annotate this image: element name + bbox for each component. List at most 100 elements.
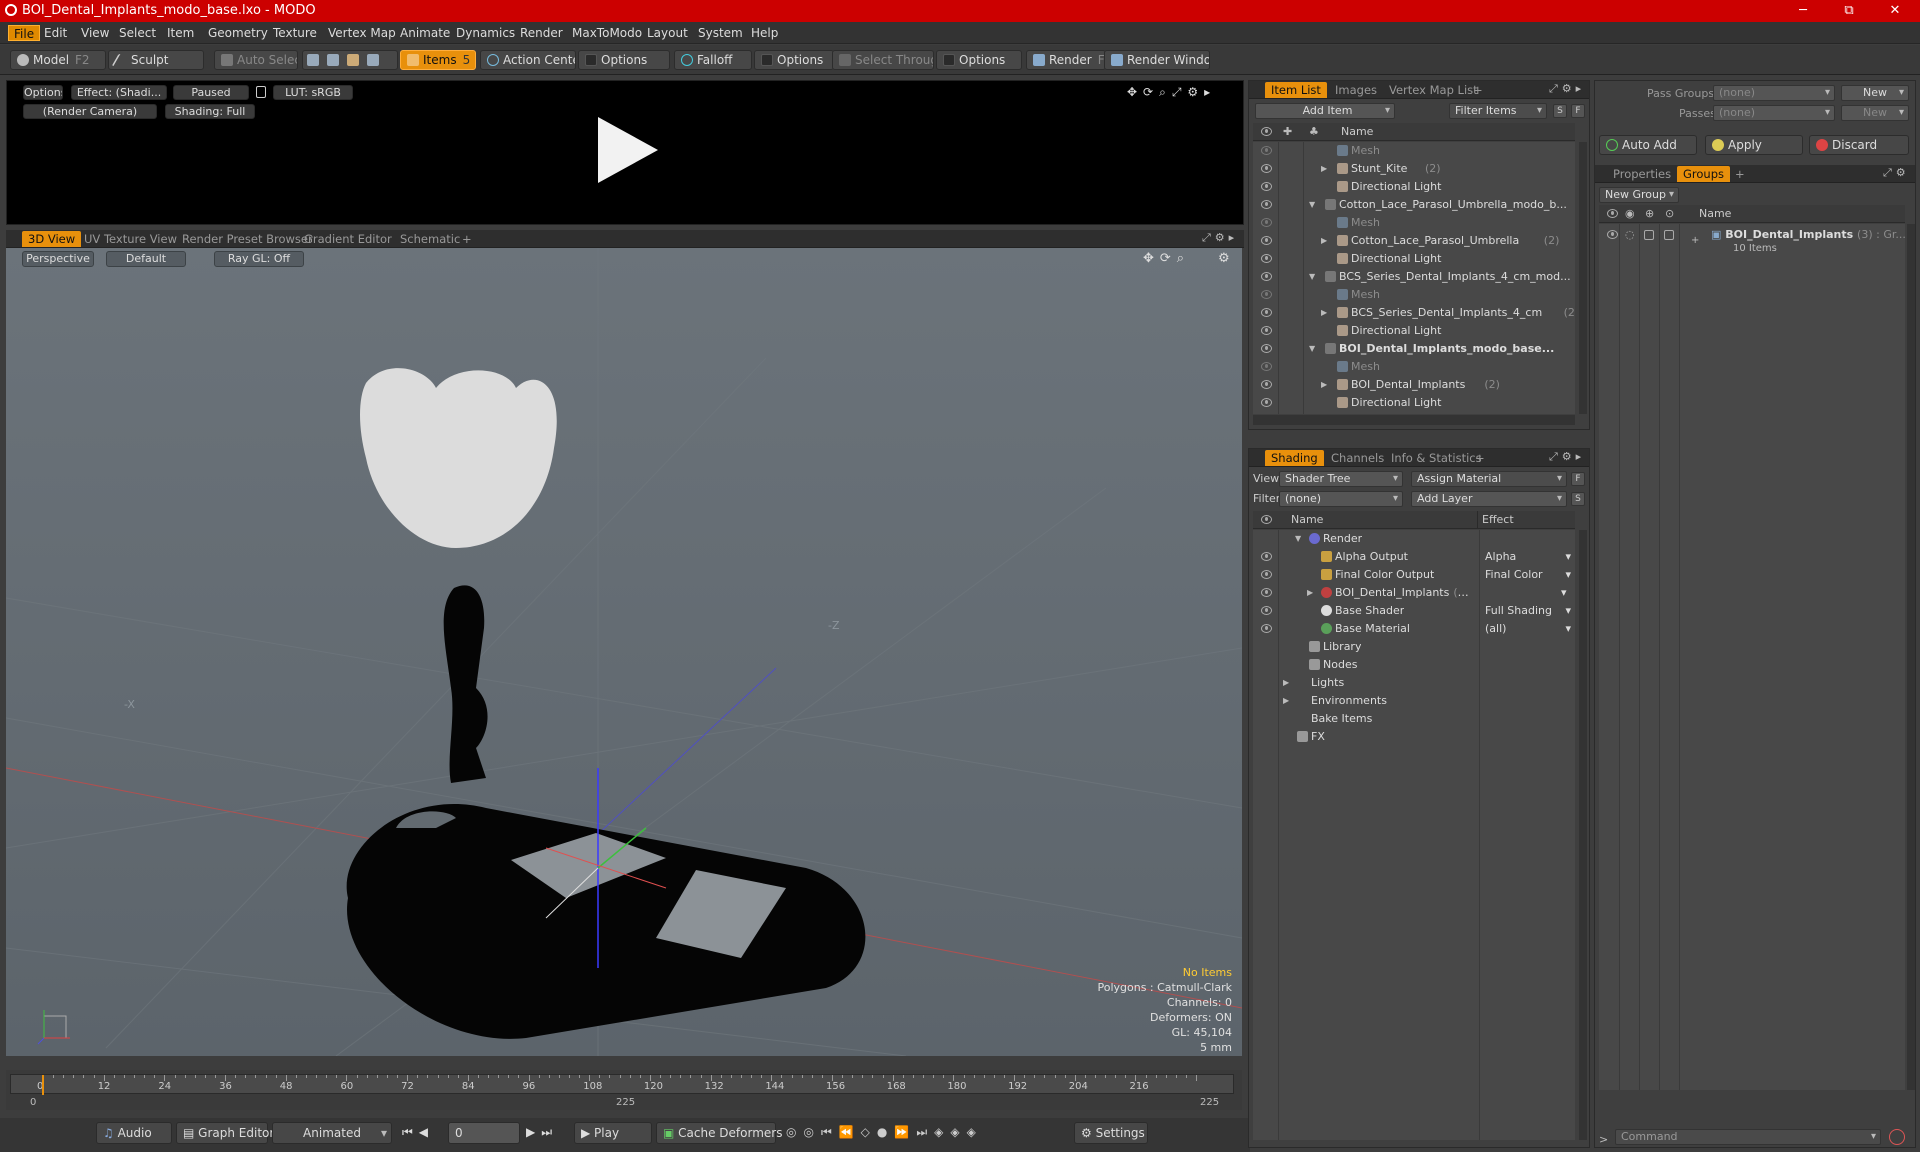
close-button[interactable]: ✕ bbox=[1872, 0, 1918, 22]
expand-icon[interactable]: + bbox=[1691, 232, 1699, 250]
shading-dropdown[interactable]: Shading: Full bbox=[165, 104, 255, 119]
sculpt-button[interactable]: Sculpt bbox=[108, 50, 204, 70]
add-tab-button[interactable]: + bbox=[1729, 166, 1751, 182]
shader-effect-dropdown[interactable]: Final Color ▾ bbox=[1485, 566, 1571, 584]
expand-icon[interactable]: ▶ bbox=[1283, 674, 1289, 692]
falloff-button[interactable]: Falloff bbox=[674, 50, 752, 70]
menu-render[interactable]: Render bbox=[515, 25, 568, 41]
shader-tree-row[interactable]: FX bbox=[1253, 728, 1575, 746]
menu-maxtomodo[interactable]: MaxToModo bbox=[567, 25, 647, 41]
settings-button[interactable]: ⚙ Settings bbox=[1074, 1122, 1148, 1144]
visibility-icon[interactable] bbox=[1261, 236, 1272, 245]
visibility-icon[interactable] bbox=[1261, 588, 1272, 597]
visibility-icon[interactable] bbox=[1261, 570, 1272, 579]
menu-select[interactable]: Select bbox=[114, 25, 161, 41]
pass-groups-dropdown[interactable]: (none) bbox=[1713, 85, 1835, 101]
animated-dropdown[interactable]: Animated ▾ bbox=[272, 1122, 392, 1144]
item-list-row[interactable]: ▶ Stunt_Kite (2) bbox=[1253, 160, 1575, 178]
visibility-icon[interactable] bbox=[1261, 606, 1272, 615]
menu-edit[interactable]: Edit bbox=[39, 25, 72, 41]
polygons-mode-icon[interactable] bbox=[347, 54, 359, 66]
groups-scrollbar[interactable] bbox=[1907, 224, 1915, 1090]
shader-tree-scrollbar[interactable] bbox=[1579, 530, 1587, 1140]
materials-mode-icon[interactable] bbox=[367, 54, 379, 66]
item-list-scrollbar[interactable] bbox=[1579, 142, 1587, 414]
timeline-ruler[interactable]: 0 12 24 36 48 60 72 84 96 108 120 132 144 156 168 180 19… bbox=[10, 1074, 1234, 1095]
tab-uv-texture-view[interactable]: UV Texture View bbox=[78, 231, 183, 247]
menu-help[interactable]: Help bbox=[746, 25, 783, 41]
expand-icon[interactable]: ▶ bbox=[1283, 692, 1289, 710]
visibility-icon[interactable] bbox=[1261, 398, 1272, 407]
play-button[interactable]: ▶ Play bbox=[574, 1122, 652, 1144]
vertices-mode-icon[interactable] bbox=[307, 54, 319, 66]
render-toggle-icon[interactable]: ◌ bbox=[1625, 226, 1635, 244]
passes-dropdown[interactable]: (none) bbox=[1713, 105, 1835, 121]
preview-effect-dropdown[interactable]: Effect: (Shadi... bbox=[71, 85, 167, 100]
collapse-icon[interactable]: ▼ bbox=[1295, 530, 1301, 548]
item-list-row[interactable]: Mesh bbox=[1253, 358, 1575, 376]
new-group-button[interactable]: New Group bbox=[1599, 187, 1679, 203]
auto-select-button[interactable]: Auto Select bbox=[214, 50, 298, 70]
play-preview-icon[interactable] bbox=[592, 115, 662, 185]
add-item-dropdown[interactable]: Add Item bbox=[1255, 103, 1395, 119]
menu-texture[interactable]: Texture bbox=[268, 25, 322, 41]
panel-options-icon[interactable]: ⤢⚙▸ bbox=[1202, 231, 1238, 245]
tab-item-list[interactable]: Item List bbox=[1265, 82, 1327, 98]
select-through-options-button[interactable]: Options bbox=[936, 50, 1022, 70]
tab-groups[interactable]: Groups bbox=[1677, 166, 1731, 182]
expand-icon[interactable]: ▶ bbox=[1321, 376, 1327, 394]
select-through-button[interactable]: Select Through bbox=[832, 50, 934, 70]
menu-view[interactable]: View bbox=[76, 25, 114, 41]
item-list-row[interactable]: Mesh bbox=[1253, 214, 1575, 232]
expand-icon[interactable]: ▶ bbox=[1321, 232, 1327, 250]
preview-options-button[interactable]: Options bbox=[23, 85, 63, 100]
visibility-icon[interactable] bbox=[1261, 182, 1272, 191]
minimize-button[interactable]: ─ bbox=[1780, 0, 1826, 22]
cache-deformers-button[interactable]: ▣ Cache Deformers bbox=[656, 1122, 782, 1144]
add-tab-button[interactable]: + bbox=[1469, 450, 1491, 466]
transport-back-buttons[interactable]: ⏮◀ bbox=[402, 1125, 434, 1140]
item-list-s-button[interactable]: S bbox=[1553, 104, 1567, 118]
shader-tree-row[interactable]: ▼ Render bbox=[1253, 530, 1575, 548]
tab-properties[interactable]: Properties bbox=[1607, 166, 1677, 182]
lut-dropdown[interactable]: LUT: sRGB bbox=[273, 85, 353, 100]
shading-s-button[interactable]: S bbox=[1571, 492, 1585, 506]
preview-paused-button[interactable]: Paused bbox=[173, 85, 249, 100]
item-list-hscrollbar[interactable] bbox=[1253, 415, 1575, 425]
shader-tree-row[interactable]: Library bbox=[1253, 638, 1575, 656]
shader-effect-dropdown[interactable]: Alpha ▾ bbox=[1485, 548, 1571, 566]
group-row[interactable]: ◌ + ▣ BOI_Dental_Implants (3) : Gr... 10… bbox=[1599, 226, 1905, 258]
menu-item[interactable]: Item bbox=[162, 25, 199, 41]
timeline[interactable]: 0 12 24 36 48 60 72 84 96 108 120 132 144 156 168 180 19… bbox=[6, 1070, 1242, 1110]
lock-checkbox[interactable] bbox=[1644, 230, 1654, 240]
visibility-icon[interactable] bbox=[1261, 552, 1272, 561]
item-list-row[interactable]: ▼ BCS_Series_Dental_Implants_4_cm_mod... bbox=[1253, 268, 1575, 286]
lock-icon[interactable] bbox=[256, 86, 266, 98]
add-tab-button[interactable]: + bbox=[456, 231, 478, 247]
item-list-f-button[interactable]: F bbox=[1571, 104, 1585, 118]
tab-shading[interactable]: Shading bbox=[1265, 450, 1324, 466]
render-window-button[interactable]: Render Window bbox=[1104, 50, 1210, 70]
discard-button[interactable]: Discard bbox=[1809, 135, 1909, 155]
visibility-icon[interactable] bbox=[1261, 326, 1272, 335]
item-list-row[interactable]: ▶ BCS_Series_Dental_Implants_4_cm (2) bbox=[1253, 304, 1575, 322]
visibility-icon[interactable] bbox=[1261, 344, 1272, 353]
edges-mode-icon[interactable] bbox=[327, 54, 339, 66]
render-camera-dropdown[interactable]: (Render Camera) bbox=[23, 104, 157, 119]
item-list-row[interactable]: ▶ BOI_Dental_Implants (2) bbox=[1253, 376, 1575, 394]
collapse-icon[interactable]: ▼ bbox=[1309, 340, 1315, 358]
item-list-row[interactable]: Mesh bbox=[1253, 286, 1575, 304]
action-center-options-button[interactable]: Options bbox=[578, 50, 670, 70]
item-list-row[interactable]: Mesh bbox=[1253, 142, 1575, 160]
select-checkbox[interactable] bbox=[1664, 230, 1674, 240]
expand-icon[interactable]: ▶ bbox=[1321, 304, 1327, 322]
shader-tree-row[interactable]: Nodes bbox=[1253, 656, 1575, 674]
shader-effect-dropdown[interactable]: Full Shading ▾ bbox=[1485, 602, 1571, 620]
add-tab-button[interactable]: + bbox=[1467, 82, 1489, 98]
command-input[interactable]: Command bbox=[1615, 1129, 1881, 1145]
shader-tree-row[interactable]: Base Shader Full Shading ▾ bbox=[1253, 602, 1575, 620]
panel-options-icon[interactable]: ⤢⚙ bbox=[1883, 166, 1910, 180]
falloff-options-button[interactable]: Options bbox=[754, 50, 834, 70]
shader-view-dropdown[interactable]: Shader Tree bbox=[1279, 471, 1403, 487]
items-mode-button[interactable]: Items 5 bbox=[400, 50, 476, 70]
